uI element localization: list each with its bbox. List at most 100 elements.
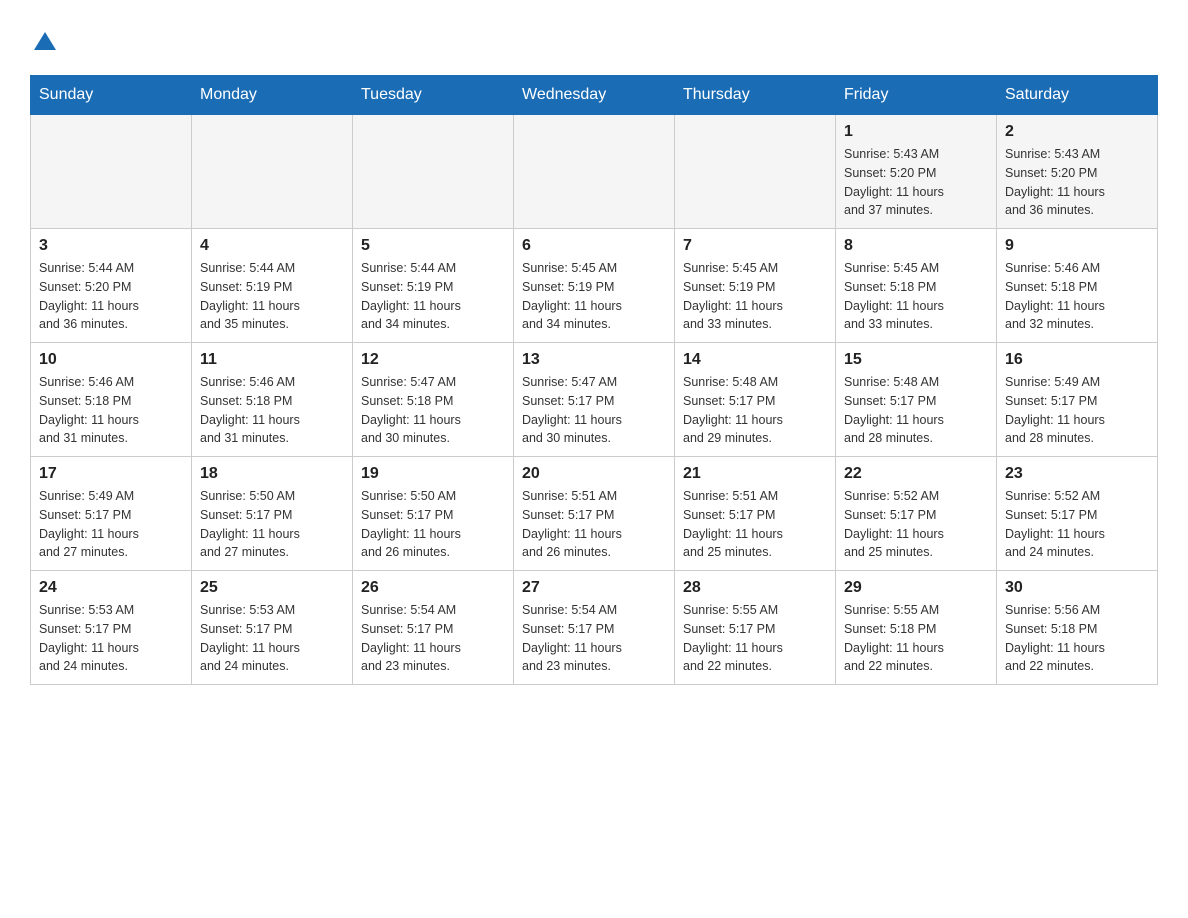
calendar-day-cell: 24 Sunrise: 5:53 AM Sunset: 5:17 PM Dayli… bbox=[31, 571, 192, 685]
calendar-day-cell: 13 Sunrise: 5:47 AM Sunset: 5:17 PM Dayli… bbox=[514, 343, 675, 457]
day-info: Sunrise: 5:43 AM Sunset: 5:20 PM Dayligh… bbox=[844, 145, 988, 220]
logo-triangle-icon bbox=[34, 32, 56, 50]
calendar-day-cell: 14 Sunrise: 5:48 AM Sunset: 5:17 PM Dayli… bbox=[675, 343, 836, 457]
day-info: Sunrise: 5:51 AM Sunset: 5:17 PM Dayligh… bbox=[683, 487, 827, 562]
calendar-week-row: 10 Sunrise: 5:46 AM Sunset: 5:18 PM Dayli… bbox=[31, 343, 1158, 457]
calendar-day-cell: 29Sunrise: 5:55 AM Sunset: 5:18 PM Dayli… bbox=[836, 571, 997, 685]
calendar-week-row: 3 Sunrise: 5:44 AM Sunset: 5:20 PM Daylig… bbox=[31, 229, 1158, 343]
weekday-header-monday: Monday bbox=[192, 76, 353, 115]
calendar-day-cell: 27 Sunrise: 5:54 AM Sunset: 5:17 PM Dayli… bbox=[514, 571, 675, 685]
day-info: Sunrise: 5:44 AM Sunset: 5:19 PM Dayligh… bbox=[361, 259, 505, 334]
logo bbox=[30, 30, 56, 55]
calendar-day-cell: 19 Sunrise: 5:50 AM Sunset: 5:17 PM Dayli… bbox=[353, 457, 514, 571]
weekday-header-friday: Friday bbox=[836, 76, 997, 115]
day-info: Sunrise: 5:45 AM Sunset: 5:19 PM Dayligh… bbox=[522, 259, 666, 334]
calendar-week-row: 24 Sunrise: 5:53 AM Sunset: 5:17 PM Dayli… bbox=[31, 571, 1158, 685]
day-number: 22 bbox=[844, 465, 988, 483]
calendar-day-cell: 26 Sunrise: 5:54 AM Sunset: 5:17 PM Dayli… bbox=[353, 571, 514, 685]
day-number: 23 bbox=[1005, 465, 1149, 483]
calendar-day-cell: 28 Sunrise: 5:55 AM Sunset: 5:17 PM Dayli… bbox=[675, 571, 836, 685]
day-info: Sunrise: 5:48 AM Sunset: 5:17 PM Dayligh… bbox=[683, 373, 827, 448]
day-number: 18 bbox=[200, 465, 344, 483]
calendar-day-cell: 11 Sunrise: 5:46 AM Sunset: 5:18 PM Dayli… bbox=[192, 343, 353, 457]
calendar-day-cell bbox=[353, 115, 514, 229]
calendar-day-cell: 3 Sunrise: 5:44 AM Sunset: 5:20 PM Daylig… bbox=[31, 229, 192, 343]
day-info: Sunrise: 5:43 AM Sunset: 5:20 PM Dayligh… bbox=[1005, 145, 1149, 220]
day-info: Sunrise: 5:53 AM Sunset: 5:17 PM Dayligh… bbox=[200, 601, 344, 676]
calendar-day-cell: 30 Sunrise: 5:56 AM Sunset: 5:18 PM Dayli… bbox=[997, 571, 1158, 685]
header bbox=[30, 30, 1158, 55]
day-info: Sunrise: 5:55 AM Sunset: 5:17 PM Dayligh… bbox=[683, 601, 827, 676]
day-number: 14 bbox=[683, 351, 827, 369]
day-number: 11 bbox=[200, 351, 344, 369]
day-info: Sunrise: 5:46 AM Sunset: 5:18 PM Dayligh… bbox=[39, 373, 183, 448]
day-number: 3 bbox=[39, 237, 183, 255]
day-number: 27 bbox=[522, 579, 666, 597]
weekday-header-wednesday: Wednesday bbox=[514, 76, 675, 115]
calendar-week-row: 1 Sunrise: 5:43 AM Sunset: 5:20 PM Daylig… bbox=[31, 115, 1158, 229]
day-number: 15 bbox=[844, 351, 988, 369]
day-number: 10 bbox=[39, 351, 183, 369]
day-info: Sunrise: 5:54 AM Sunset: 5:17 PM Dayligh… bbox=[361, 601, 505, 676]
day-number: 30 bbox=[1005, 579, 1149, 597]
calendar-day-cell: 8Sunrise: 5:45 AM Sunset: 5:18 PM Daylig… bbox=[836, 229, 997, 343]
calendar-day-cell: 16 Sunrise: 5:49 AM Sunset: 5:17 PM Dayli… bbox=[997, 343, 1158, 457]
calendar-day-cell: 22 Sunrise: 5:52 AM Sunset: 5:17 PM Dayli… bbox=[836, 457, 997, 571]
day-info: Sunrise: 5:52 AM Sunset: 5:17 PM Dayligh… bbox=[844, 487, 988, 562]
calendar-day-cell: 15 Sunrise: 5:48 AM Sunset: 5:17 PM Dayli… bbox=[836, 343, 997, 457]
calendar-day-cell: 10 Sunrise: 5:46 AM Sunset: 5:18 PM Dayli… bbox=[31, 343, 192, 457]
day-number: 25 bbox=[200, 579, 344, 597]
calendar-day-cell: 1 Sunrise: 5:43 AM Sunset: 5:20 PM Daylig… bbox=[836, 115, 997, 229]
day-number: 4 bbox=[200, 237, 344, 255]
calendar-week-row: 17 Sunrise: 5:49 AM Sunset: 5:17 PM Dayli… bbox=[31, 457, 1158, 571]
day-info: Sunrise: 5:45 AM Sunset: 5:19 PM Dayligh… bbox=[683, 259, 827, 334]
day-info: Sunrise: 5:48 AM Sunset: 5:17 PM Dayligh… bbox=[844, 373, 988, 448]
day-info: Sunrise: 5:56 AM Sunset: 5:18 PM Dayligh… bbox=[1005, 601, 1149, 676]
day-info: Sunrise: 5:50 AM Sunset: 5:17 PM Dayligh… bbox=[361, 487, 505, 562]
calendar-day-cell: 17 Sunrise: 5:49 AM Sunset: 5:17 PM Dayli… bbox=[31, 457, 192, 571]
calendar-day-cell bbox=[675, 115, 836, 229]
day-number: 28 bbox=[683, 579, 827, 597]
day-info: Sunrise: 5:53 AM Sunset: 5:17 PM Dayligh… bbox=[39, 601, 183, 676]
calendar-day-cell: 18Sunrise: 5:50 AM Sunset: 5:17 PM Dayli… bbox=[192, 457, 353, 571]
day-info: Sunrise: 5:47 AM Sunset: 5:18 PM Dayligh… bbox=[361, 373, 505, 448]
day-number: 8 bbox=[844, 237, 988, 255]
calendar-day-cell bbox=[192, 115, 353, 229]
day-info: Sunrise: 5:46 AM Sunset: 5:18 PM Dayligh… bbox=[200, 373, 344, 448]
day-number: 2 bbox=[1005, 123, 1149, 141]
calendar-day-cell: 23Sunrise: 5:52 AM Sunset: 5:17 PM Dayli… bbox=[997, 457, 1158, 571]
day-info: Sunrise: 5:47 AM Sunset: 5:17 PM Dayligh… bbox=[522, 373, 666, 448]
day-number: 7 bbox=[683, 237, 827, 255]
day-number: 26 bbox=[361, 579, 505, 597]
calendar-day-cell: 4 Sunrise: 5:44 AM Sunset: 5:19 PM Daylig… bbox=[192, 229, 353, 343]
calendar-day-cell: 21 Sunrise: 5:51 AM Sunset: 5:17 PM Dayli… bbox=[675, 457, 836, 571]
day-info: Sunrise: 5:54 AM Sunset: 5:17 PM Dayligh… bbox=[522, 601, 666, 676]
day-info: Sunrise: 5:44 AM Sunset: 5:20 PM Dayligh… bbox=[39, 259, 183, 334]
calendar-day-cell: 20Sunrise: 5:51 AM Sunset: 5:17 PM Dayli… bbox=[514, 457, 675, 571]
weekday-header-thursday: Thursday bbox=[675, 76, 836, 115]
calendar-table: SundayMondayTuesdayWednesdayThursdayFrid… bbox=[30, 75, 1158, 685]
day-info: Sunrise: 5:46 AM Sunset: 5:18 PM Dayligh… bbox=[1005, 259, 1149, 334]
day-number: 13 bbox=[522, 351, 666, 369]
day-number: 16 bbox=[1005, 351, 1149, 369]
weekday-header-row: SundayMondayTuesdayWednesdayThursdayFrid… bbox=[31, 76, 1158, 115]
calendar-day-cell: 7 Sunrise: 5:45 AM Sunset: 5:19 PM Daylig… bbox=[675, 229, 836, 343]
day-info: Sunrise: 5:49 AM Sunset: 5:17 PM Dayligh… bbox=[1005, 373, 1149, 448]
calendar-day-cell bbox=[514, 115, 675, 229]
calendar-day-cell: 12 Sunrise: 5:47 AM Sunset: 5:18 PM Dayli… bbox=[353, 343, 514, 457]
day-number: 5 bbox=[361, 237, 505, 255]
weekday-header-sunday: Sunday bbox=[31, 76, 192, 115]
day-number: 12 bbox=[361, 351, 505, 369]
day-number: 17 bbox=[39, 465, 183, 483]
day-number: 19 bbox=[361, 465, 505, 483]
day-info: Sunrise: 5:44 AM Sunset: 5:19 PM Dayligh… bbox=[200, 259, 344, 334]
day-number: 21 bbox=[683, 465, 827, 483]
day-number: 20 bbox=[522, 465, 666, 483]
day-number: 24 bbox=[39, 579, 183, 597]
day-info: Sunrise: 5:49 AM Sunset: 5:17 PM Dayligh… bbox=[39, 487, 183, 562]
calendar-day-cell: 5 Sunrise: 5:44 AM Sunset: 5:19 PM Daylig… bbox=[353, 229, 514, 343]
calendar-day-cell: 25 Sunrise: 5:53 AM Sunset: 5:17 PM Dayli… bbox=[192, 571, 353, 685]
day-number: 6 bbox=[522, 237, 666, 255]
day-info: Sunrise: 5:55 AM Sunset: 5:18 PM Dayligh… bbox=[844, 601, 988, 676]
day-number: 1 bbox=[844, 123, 988, 141]
